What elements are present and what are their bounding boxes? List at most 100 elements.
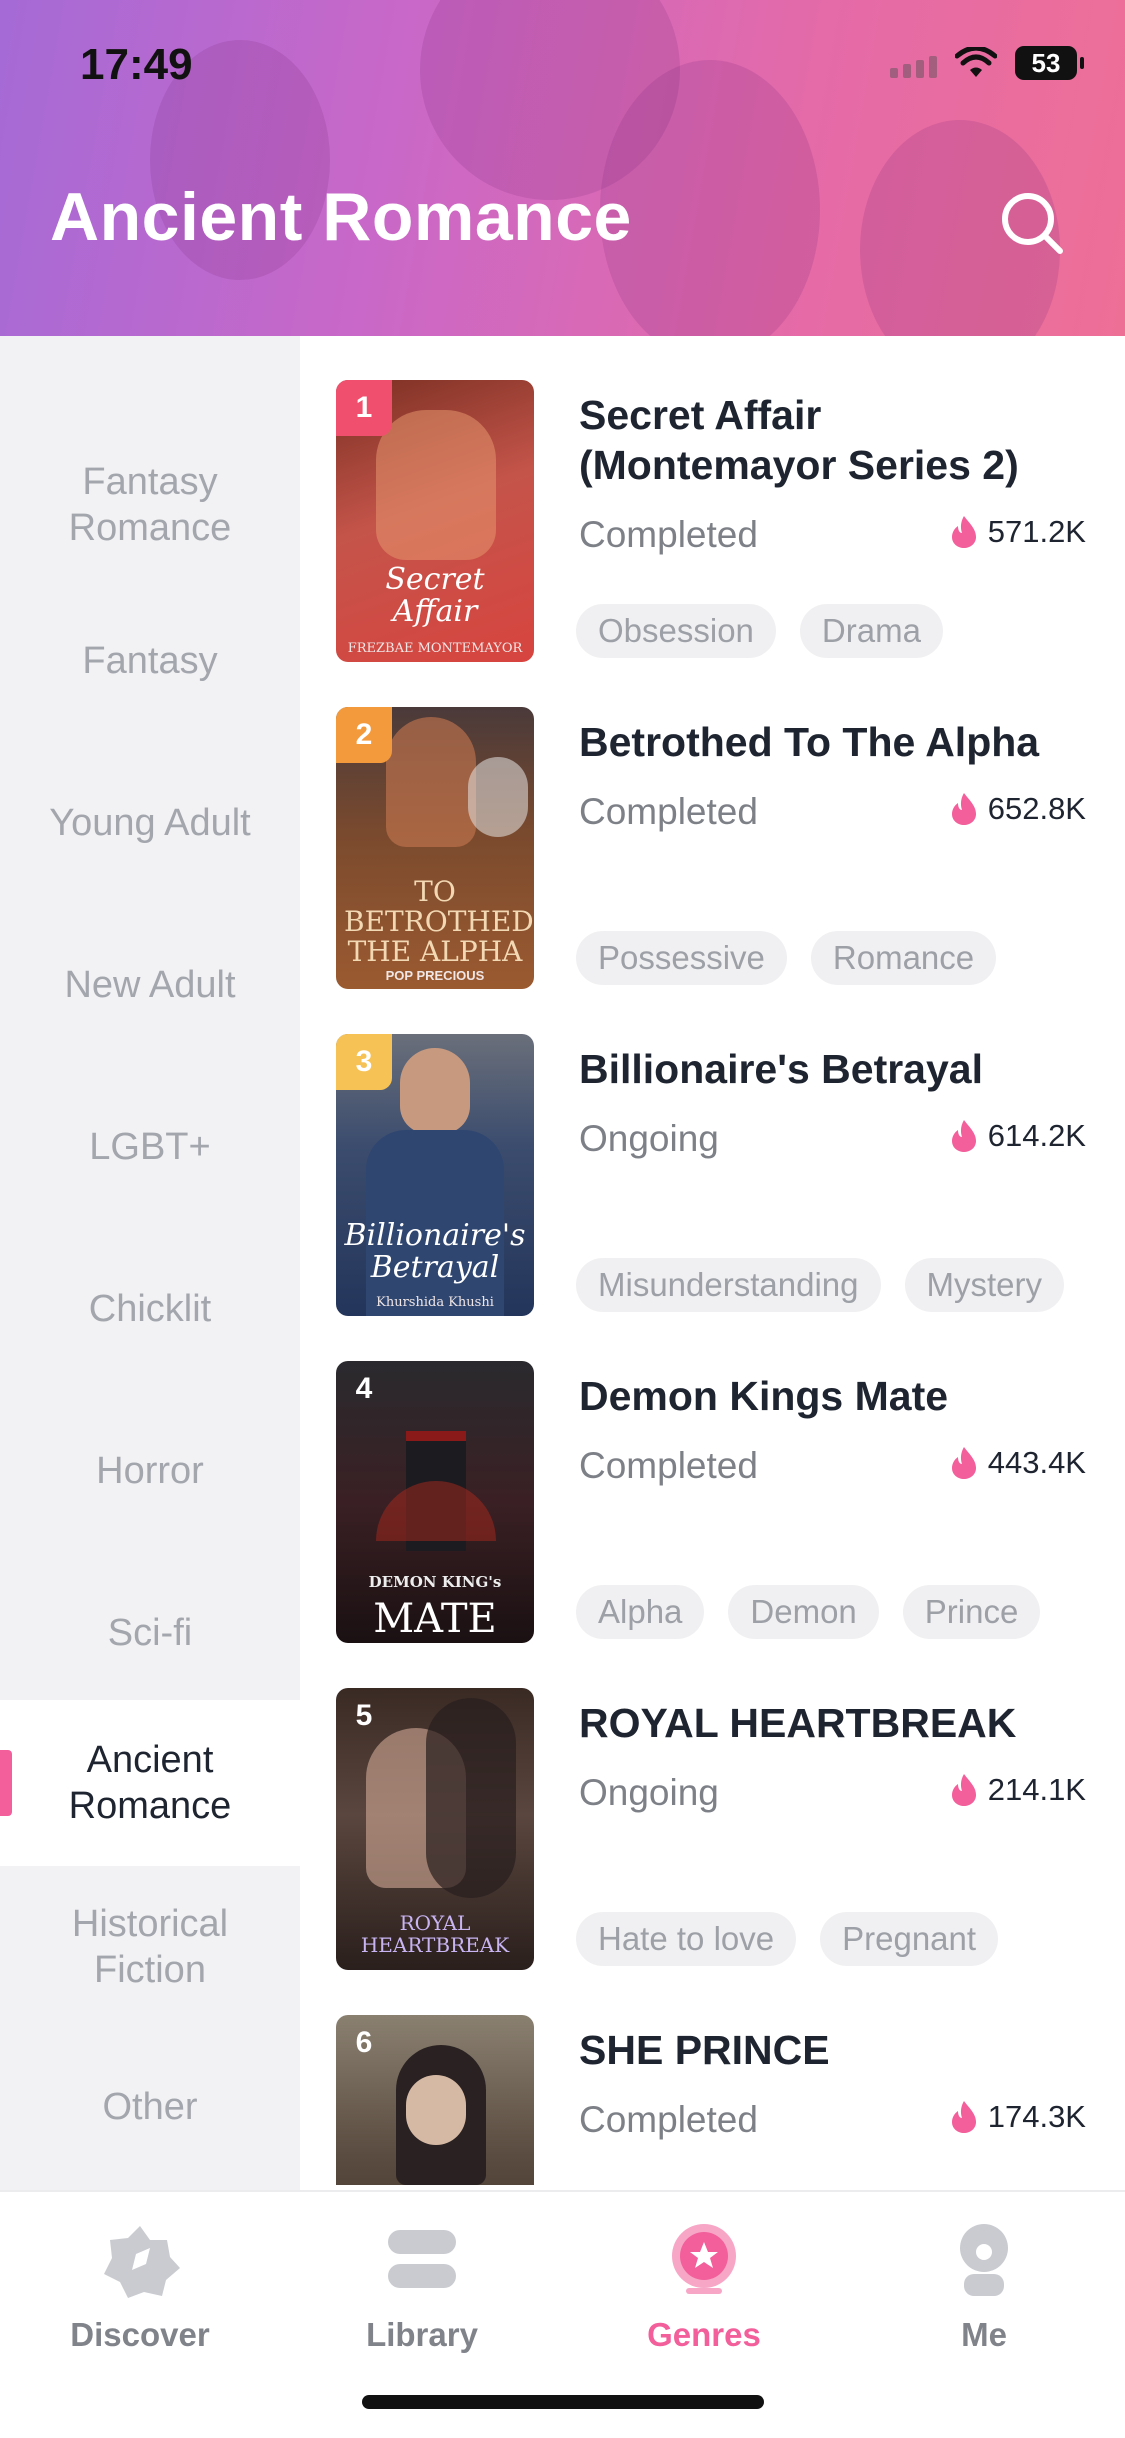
sidebar-item-label: Young Adult [49, 802, 251, 844]
book-cover[interactable]: TO BETROTHED THE ALPHA POP PRECIOUS 2 [336, 707, 534, 989]
status-time: 17:49 [80, 40, 193, 89]
cover-title: Billionaire's Betrayal [344, 1218, 526, 1285]
book-cover[interactable]: DEMON KING's MATE 4 [336, 1361, 534, 1643]
sidebar-item-label: Other [102, 2086, 198, 2128]
cover-author: FREZBAE MONTEMAYOR [347, 641, 523, 656]
sidebar-item-label: Fantasy [82, 640, 218, 682]
rank-badge: 6 [355, 2026, 373, 2059]
flame-icon [951, 516, 976, 548]
book-cover[interactable]: Secret Affair FREZBAE MONTEMAYOR 1 [336, 380, 534, 662]
tag-list: Obsession Drama [576, 604, 943, 658]
tag[interactable]: Hate to love [576, 1912, 797, 1966]
sidebar-item-other[interactable]: Other [0, 2042, 300, 2172]
book-reads: 652.8K [950, 791, 1086, 827]
tag[interactable]: Demon [728, 1585, 879, 1639]
book-status: Completed [579, 1445, 758, 1486]
discover-icon [104, 2226, 180, 2298]
flame-icon [951, 1447, 976, 1479]
book-row[interactable]: TO BETROTHED THE ALPHA POP PRECIOUS 2 Be… [336, 707, 1096, 993]
tag[interactable]: Mystery [904, 1258, 1064, 1312]
tab-genres[interactable]: Genres [604, 2220, 804, 2354]
sidebar-item-horror[interactable]: Horror [0, 1406, 300, 1536]
tag-list: Misunderstanding Mystery [576, 1258, 1064, 1312]
book-row[interactable]: 6 SHE PRINCE Completed 174.3K [336, 2015, 1096, 2185]
sidebar-item-fantasy-romance[interactable]: Fantasy Romance [0, 440, 300, 570]
rank-badge: 5 [355, 1699, 373, 1732]
status-icons: 53 [890, 46, 1084, 80]
tab-label: Library [366, 2316, 478, 2353]
book-row[interactable]: Secret Affair FREZBAE MONTEMAYOR 1 Secre… [336, 380, 1096, 666]
sidebar-item-fantasy[interactable]: Fantasy [0, 596, 300, 726]
book-status: Ongoing [579, 1118, 719, 1159]
book-title: Betrothed To The Alpha [579, 719, 1040, 765]
reads-count: 652.8K [987, 791, 1086, 826]
cover-author: DEMON KING's [368, 1573, 502, 1591]
reads-count: 214.1K [987, 1772, 1086, 1807]
rank-badge: 4 [355, 1372, 373, 1405]
genre-header: 17:49 53 Ancient Romance [0, 0, 1125, 336]
tab-discover[interactable]: Discover [40, 2220, 240, 2354]
tag[interactable]: Misunderstanding [576, 1258, 881, 1312]
tag[interactable]: Romance [810, 931, 997, 985]
book-row[interactable]: DEMON KING's MATE 4 Demon Kings Mate Com… [336, 1361, 1096, 1647]
tag[interactable]: Prince [902, 1585, 1041, 1639]
tab-label: Me [961, 2316, 1007, 2353]
battery-icon: 53 [1015, 46, 1084, 80]
book-status: Completed [579, 2099, 758, 2140]
sidebar-item-historical-fiction[interactable]: Historical Fiction [0, 1882, 300, 2012]
cellular-signal-icon [890, 48, 937, 78]
book-row[interactable]: Billionaire's Betrayal Khurshida Khushi … [336, 1034, 1096, 1320]
tag[interactable]: Pregnant [820, 1912, 999, 1966]
search-icon[interactable] [997, 188, 1067, 258]
sidebar-item-label: Historical Fiction [71, 1903, 229, 1991]
tab-label: Discover [70, 2316, 210, 2353]
cover-title: MATE [373, 1596, 497, 1642]
home-indicator [362, 2395, 764, 2409]
book-reads: 443.4K [950, 1445, 1086, 1481]
sidebar-item-label: Fantasy Romance [68, 461, 232, 549]
book-cover[interactable]: 6 [336, 2015, 534, 2185]
cover-title: Secret Affair [385, 562, 485, 629]
book-cover[interactable]: Billionaire's Betrayal Khurshida Khushi … [336, 1034, 534, 1316]
book-cover[interactable]: ROYAL HEARTBREAK 5 [336, 1688, 534, 1970]
cover-author: POP PRECIOUS [385, 968, 485, 983]
flame-icon [951, 1120, 976, 1152]
book-status: Completed [579, 514, 758, 555]
book-reads: 214.1K [950, 1772, 1086, 1808]
tag-list: Hate to love Pregnant [576, 1912, 999, 1966]
tag[interactable]: Drama [799, 604, 943, 658]
book-title: Demon Kings Mate [579, 1373, 949, 1419]
genres-icon [672, 2224, 736, 2294]
book-title: SHE PRINCE [579, 2027, 830, 2073]
active-indicator [0, 1750, 12, 1816]
book-status: Completed [579, 791, 758, 832]
book-row[interactable]: ROYAL HEARTBREAK 5 ROYAL HEARTBREAK Ongo… [336, 1688, 1096, 1974]
rank-badge: 3 [336, 1034, 392, 1090]
sidebar-item-ancient-romance[interactable]: Ancient Romance [0, 1700, 300, 1866]
tag[interactable]: Obsession [576, 604, 776, 658]
rank-badge: 1 [336, 380, 392, 436]
cover-author: Khurshida Khushi [376, 1295, 494, 1310]
sidebar-item-chicklit[interactable]: Chicklit [0, 1244, 300, 1374]
reads-count: 571.2K [987, 514, 1086, 549]
book-title: Billionaire's Betrayal [579, 1046, 983, 1092]
sidebar-item-sci-fi[interactable]: Sci-fi [0, 1568, 300, 1698]
sidebar-item-label: Ancient Romance [68, 1739, 232, 1827]
tag[interactable]: Possessive [576, 931, 787, 985]
flame-icon [951, 2101, 976, 2133]
tab-library[interactable]: Library [322, 2220, 522, 2354]
sidebar-item-new-adult[interactable]: New Adult [0, 920, 300, 1050]
cover-title: TO BETROTHED THE ALPHA [344, 875, 534, 968]
genre-sidebar: Fantasy Romance Fantasy Young Adult New … [0, 336, 300, 2190]
library-icon [388, 2230, 456, 2288]
tag[interactable]: Alpha [576, 1585, 705, 1639]
sidebar-item-young-adult[interactable]: Young Adult [0, 758, 300, 888]
tab-me[interactable]: Me [884, 2220, 1084, 2354]
book-status: Ongoing [579, 1772, 719, 1813]
reads-count: 174.3K [987, 2099, 1086, 2134]
tag-list: Alpha Demon Prince [576, 1585, 1041, 1639]
sidebar-item-lgbt[interactable]: LGBT+ [0, 1082, 300, 1212]
sidebar-item-label: Chicklit [88, 1288, 212, 1330]
book-title: Secret Affair (Montemayor Series 2) [579, 392, 1019, 488]
flame-icon [951, 793, 976, 825]
